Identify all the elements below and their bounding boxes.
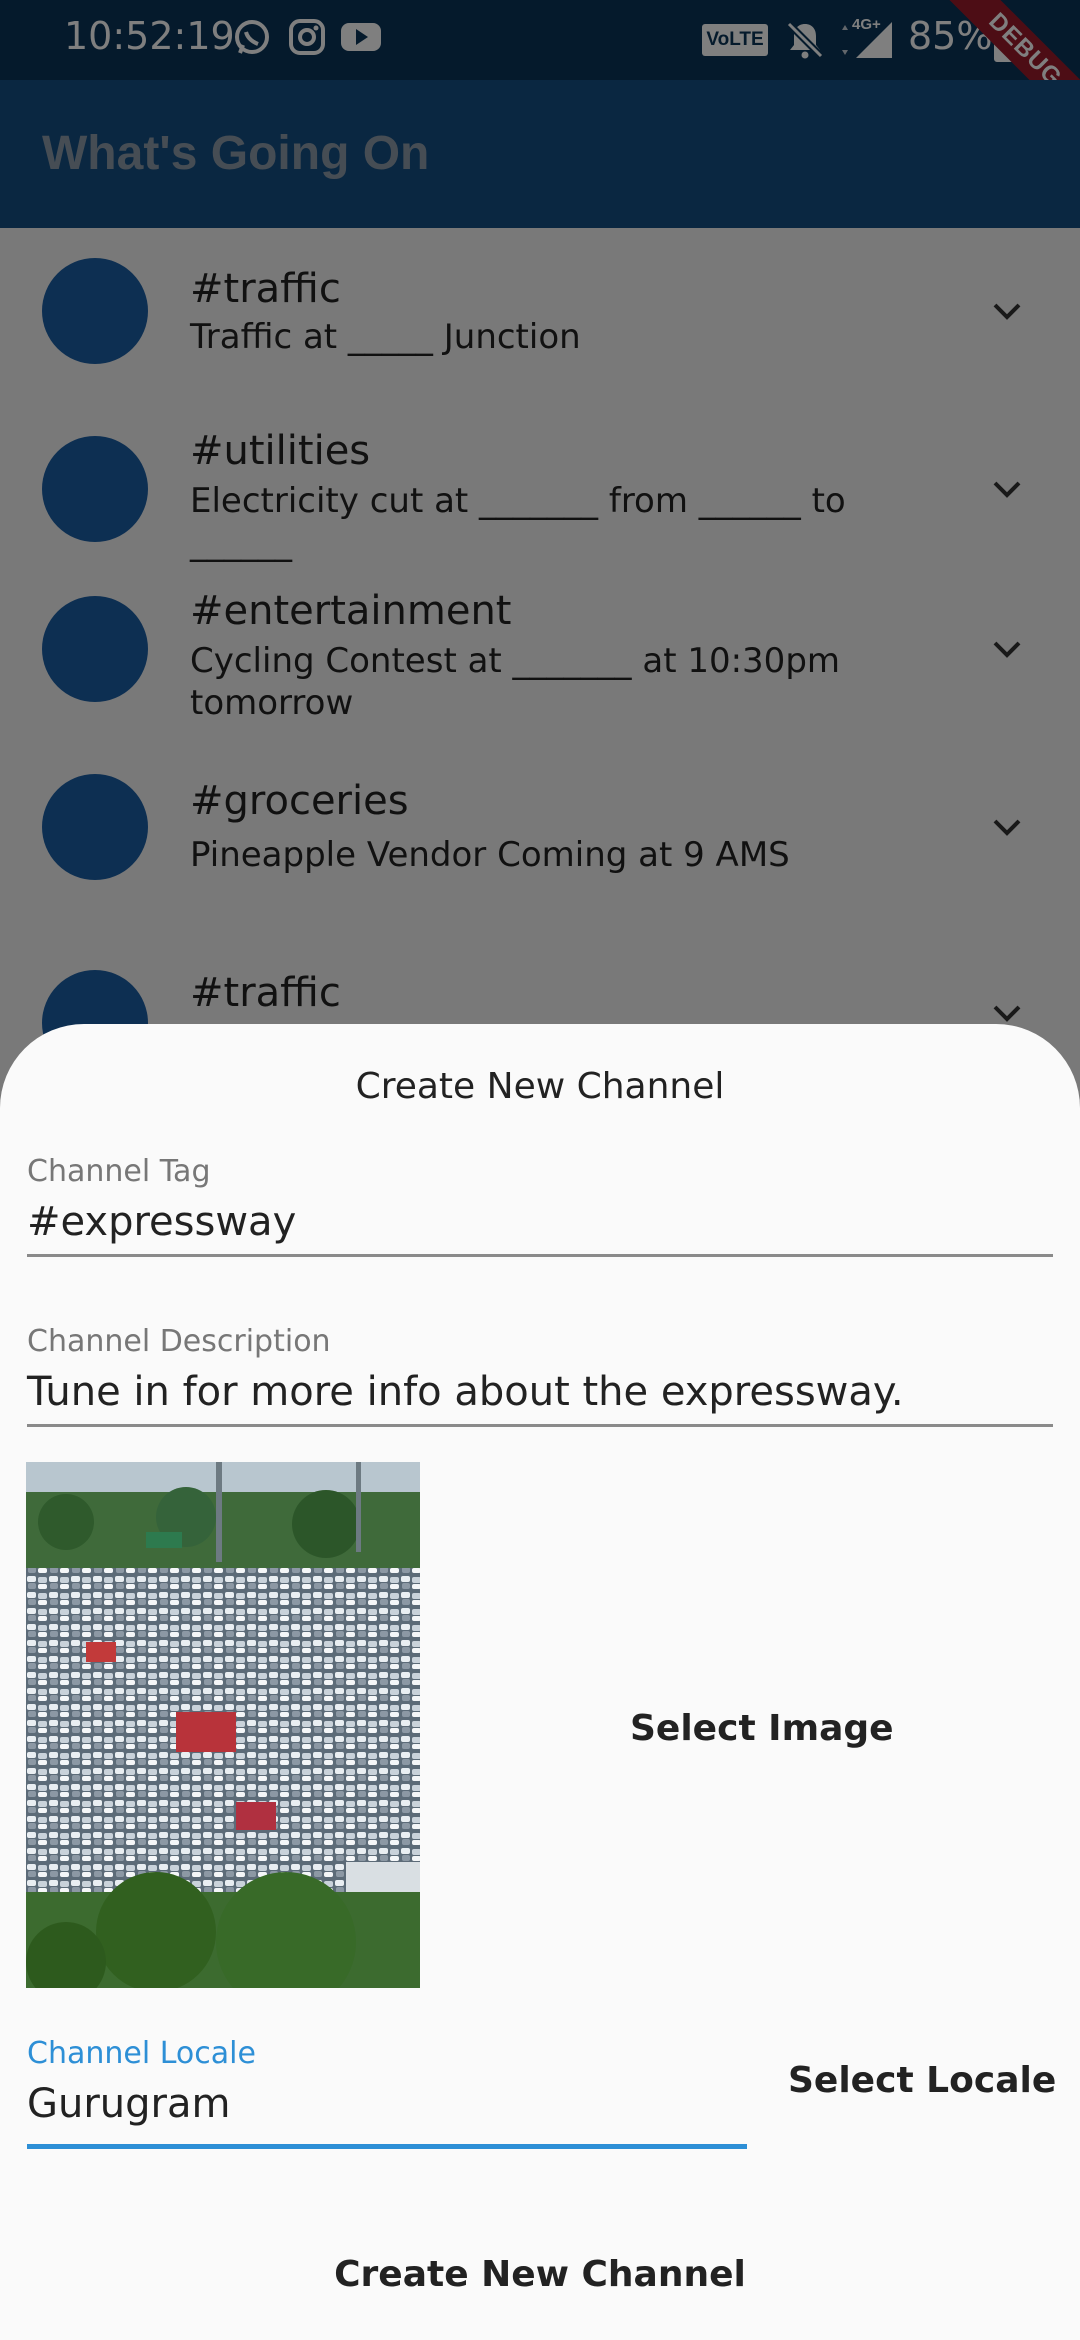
channel-tag-input[interactable]: #expressway bbox=[27, 1199, 1053, 1245]
channel-description-field[interactable]: Channel Description Tune in for more inf… bbox=[27, 1324, 1053, 1428]
select-image-button[interactable]: Select Image bbox=[630, 1708, 894, 1749]
select-locale-button[interactable]: Select Locale bbox=[788, 2060, 1056, 2101]
field-underline-focused bbox=[27, 2144, 747, 2149]
create-channel-button[interactable]: Create New Channel bbox=[0, 2254, 1080, 2295]
channel-locale-field[interactable]: Channel Locale Gurugram bbox=[27, 2036, 747, 2156]
channel-locale-label: Channel Locale bbox=[27, 2036, 256, 2071]
channel-description-label: Channel Description bbox=[27, 1324, 331, 1359]
channel-description-input[interactable]: Tune in for more info about the expressw… bbox=[27, 1369, 1053, 1415]
field-underline bbox=[27, 1254, 1053, 1257]
create-channel-sheet: Create New Channel Channel Tag #expressw… bbox=[0, 1024, 1080, 2340]
channel-image-preview bbox=[26, 1462, 420, 1988]
field-underline bbox=[27, 1424, 1053, 1427]
channel-tag-label: Channel Tag bbox=[27, 1154, 211, 1189]
channel-tag-field[interactable]: Channel Tag #expressway bbox=[27, 1154, 1053, 1258]
sheet-title: Create New Channel bbox=[355, 1066, 725, 1107]
traffic-jam-photo bbox=[26, 1462, 420, 1988]
channel-locale-input[interactable]: Gurugram bbox=[27, 2081, 747, 2127]
